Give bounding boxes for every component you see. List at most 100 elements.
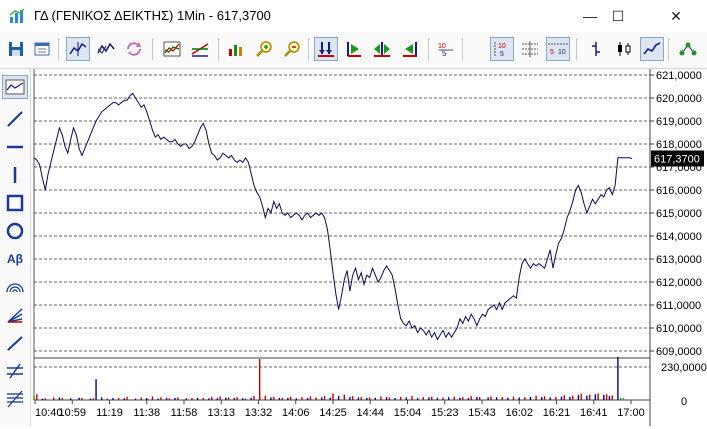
properties-button[interactable] — [30, 37, 54, 61]
text-tool-button[interactable]: Aβ — [2, 247, 28, 271]
horizontal-line-button[interactable] — [2, 135, 28, 159]
save-button[interactable] — [4, 37, 28, 61]
volume-axis-label: 0 — [681, 396, 687, 408]
fibonacci-button[interactable] — [2, 387, 28, 411]
table-view-button[interactable]: 5 10 — [546, 37, 570, 61]
number-format-button[interactable]: 10 5 — [434, 37, 458, 61]
svg-text:10: 10 — [558, 49, 566, 56]
chart-scroll-icon — [97, 42, 115, 54]
price-axis-label: 614,0000 — [656, 231, 702, 243]
toolbar-separator — [428, 38, 429, 60]
time-axis-label: 15:04 — [394, 407, 422, 419]
price-axis-label: 612,0000 — [656, 277, 702, 289]
vertical-line-button[interactable] — [2, 163, 28, 187]
zoom-in-icon — [256, 41, 272, 57]
price-axis-label: 619,0000 — [656, 116, 702, 128]
svg-text:5: 5 — [550, 49, 554, 56]
price-axis-label: 609,0000 — [656, 346, 702, 358]
trend-line-icon — [7, 111, 23, 127]
svg-text:10: 10 — [498, 43, 506, 50]
grid-lines-button[interactable] — [518, 37, 542, 61]
zoom-out-icon — [284, 41, 300, 57]
fibonacci-icon — [7, 390, 23, 408]
ellipse-button[interactable] — [2, 219, 28, 243]
zoom-in-button[interactable] — [252, 37, 276, 61]
line-tool-button[interactable] — [2, 331, 28, 355]
fit-vertical-button[interactable] — [314, 37, 338, 61]
toolbar-separator — [668, 38, 669, 60]
time-axis-label: 10:59 — [58, 407, 86, 419]
trend-line-button[interactable] — [2, 107, 28, 131]
price-axis-label: 615,0000 — [656, 208, 702, 220]
price-volume-chart[interactable]: 621,0000620,0000619,0000618,0000617,0000… — [31, 69, 707, 426]
indicator-edit-button[interactable] — [188, 37, 212, 61]
time-axis-label: 13:13 — [207, 407, 235, 419]
rectangle-button[interactable] — [2, 191, 28, 215]
refresh-icon — [127, 42, 141, 56]
current-price-badge: 617,3700 — [651, 150, 704, 167]
go-end-button[interactable] — [398, 37, 422, 61]
go-center-icon — [374, 42, 390, 57]
app-chart-icon — [9, 8, 25, 23]
maximize-button[interactable]: ☐ — [595, 0, 641, 32]
volume-axis-label: 230,0000 — [661, 362, 707, 374]
toolbar-separator — [462, 38, 463, 60]
volume-bars-icon — [229, 45, 242, 56]
fan-button[interactable] — [2, 303, 28, 327]
close-button[interactable]: ✕ — [653, 0, 699, 32]
price-axis-label: 618,0000 — [656, 139, 702, 151]
go-center-button[interactable] — [370, 37, 394, 61]
indicator-panel-icon — [5, 79, 25, 95]
ellipse-icon — [6, 222, 24, 240]
main-toolbar: 10 5 10 5 5 10 — [0, 32, 707, 69]
time-axis-label: 17:00 — [617, 407, 645, 419]
bar-tick-button[interactable] — [584, 37, 608, 61]
toolbar-separator — [152, 38, 153, 60]
price-axis-label: 620,0000 — [656, 93, 702, 105]
chart-cursor-button[interactable] — [66, 37, 90, 61]
toolbar-separator — [576, 38, 577, 60]
network-button[interactable] — [676, 37, 700, 61]
fit-vertical-icon — [318, 42, 334, 57]
toolbar-separator — [218, 38, 219, 60]
vertical-line-icon — [13, 167, 17, 183]
volume-bars-button[interactable] — [224, 37, 248, 61]
indicator-panel-button[interactable] — [2, 75, 28, 99]
time-axis-label: 16:41 — [580, 407, 608, 419]
line-chart-button[interactable] — [640, 37, 664, 61]
chart-cursor-icon — [69, 42, 87, 56]
chart-scroll-button[interactable] — [94, 37, 118, 61]
arc-icon — [6, 283, 24, 293]
title-bar: ΓΔ (ΓΕΝΙΚΟΣ ΔΕΙΚΤΗΣ) 1Min - 617,3700 — ☐… — [0, 0, 707, 32]
network-icon — [679, 42, 697, 56]
price-axis-label: 621,0000 — [656, 70, 702, 82]
price-axis-label: 611,0000 — [656, 300, 701, 312]
table-view-icon: 5 10 — [548, 43, 568, 56]
time-axis-label: 14:06 — [282, 407, 310, 419]
chart-area[interactable]: 621,0000 620,0000 619,0000 618,0000 617,0000… — [31, 69, 707, 426]
time-axis-label: 11:19 — [96, 407, 123, 419]
parallel-lines-button[interactable] — [2, 359, 28, 383]
indicator-chart-icon — [163, 41, 181, 57]
time-axis-label: 11:38 — [133, 407, 160, 419]
time-axis-label: 16:02 — [505, 407, 533, 419]
grid-numbers-button[interactable]: 10 5 — [490, 37, 514, 61]
time-axis-label: 11:58 — [171, 407, 198, 419]
go-start-button[interactable] — [342, 37, 366, 61]
time-axis-label: 13:32 — [245, 407, 273, 419]
parallel-lines-icon — [7, 363, 23, 379]
line-tool-icon — [7, 336, 23, 351]
properties-icon — [34, 42, 50, 56]
candlestick-button[interactable] — [612, 37, 636, 61]
time-axis-label: 16:21 — [543, 407, 571, 419]
horizontal-line-icon — [7, 145, 23, 149]
price-axis-label: 610,0000 — [656, 323, 702, 335]
indicator-chart-button[interactable] — [160, 37, 184, 61]
save-icon — [9, 42, 23, 56]
arc-button[interactable] — [2, 275, 28, 299]
refresh-button[interactable] — [122, 37, 146, 61]
toolbar-separator — [308, 38, 309, 60]
zoom-out-button[interactable] — [280, 37, 304, 61]
bar-tick-icon — [592, 42, 600, 56]
time-axis-label: 15:23 — [431, 407, 459, 419]
